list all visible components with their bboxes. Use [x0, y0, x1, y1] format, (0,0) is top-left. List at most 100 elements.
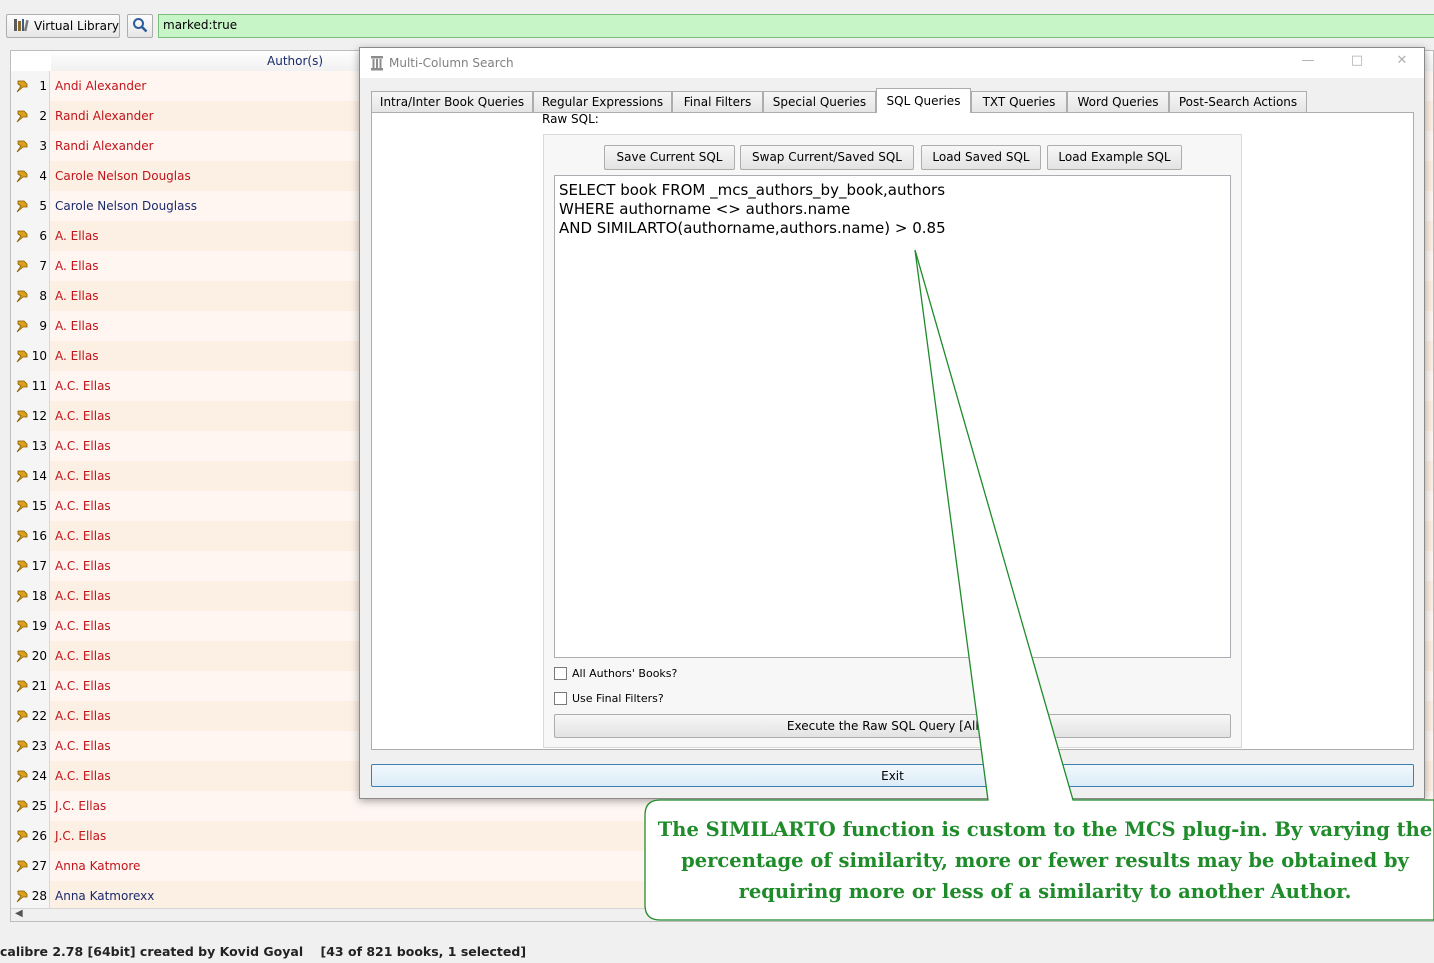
row-number: 9: [39, 319, 47, 333]
tab-word-queries[interactable]: Word Queries: [1067, 91, 1169, 112]
row-header[interactable]: 20: [11, 641, 50, 671]
row-header[interactable]: 2: [11, 101, 50, 131]
swap-current-saved-sql-button[interactable]: Swap Current/Saved SQL: [740, 145, 914, 170]
status-bar: calibre 2.78 [64bit] created by Kovid Go…: [0, 944, 527, 959]
load-example-sql-button[interactable]: Load Example SQL: [1047, 145, 1182, 170]
marked-pin-icon: [15, 829, 29, 846]
scroll-left-icon[interactable]: ◀: [15, 908, 23, 919]
row-header[interactable]: 17: [11, 551, 50, 581]
marked-pin-icon: [15, 859, 29, 876]
load-saved-sql-button[interactable]: Load Saved SQL: [921, 145, 1041, 170]
save-current-sql-button[interactable]: Save Current SQL: [604, 145, 735, 170]
execute-raw-sql-button[interactable]: Execute the Raw SQL Query [All Bo: [554, 714, 1231, 738]
marked-pin-icon: [15, 379, 29, 396]
scroll-right-icon[interactable]: ▶: [1423, 908, 1431, 919]
use-final-filters-checkbox[interactable]: [554, 692, 567, 705]
marked-pin-icon: [15, 259, 29, 276]
row-header[interactable]: 27: [11, 851, 50, 881]
use-final-filters-label: Use Final Filters?: [572, 692, 664, 705]
row-header[interactable]: 10: [11, 341, 50, 371]
marked-pin-icon: [15, 79, 29, 96]
tab-final-filters[interactable]: Final Filters: [672, 91, 763, 112]
row-header[interactable]: 15: [11, 491, 50, 521]
row-number: 3: [39, 139, 47, 153]
magnifier-icon: [132, 17, 148, 36]
search-button[interactable]: [127, 14, 153, 38]
row-number: 12: [31, 409, 47, 423]
marked-pin-icon: [15, 319, 29, 336]
row-number: 13: [31, 439, 47, 453]
row-header[interactable]: 26: [11, 821, 50, 851]
row-header[interactable]: 24: [11, 761, 50, 791]
marked-pin-icon: [15, 499, 29, 516]
tab-regular-expressions[interactable]: Regular Expressions: [533, 91, 672, 112]
author-cell: A.C. Ellas: [55, 499, 111, 513]
all-authors-books-checkbox[interactable]: [554, 667, 567, 680]
tab-special-queries[interactable]: Special Queries: [763, 91, 876, 112]
search-input[interactable]: marked:true: [158, 14, 1434, 38]
row-header[interactable]: 6: [11, 221, 50, 251]
row-header[interactable]: 28: [11, 881, 50, 911]
row-number: 26: [31, 829, 47, 843]
tab-post-search-actions[interactable]: Post-Search Actions: [1169, 91, 1307, 112]
minimize-icon[interactable]: —: [1297, 53, 1319, 71]
author-cell: A.C. Ellas: [55, 769, 111, 783]
row-header[interactable]: 1: [11, 71, 50, 101]
author-cell: A. Ellas: [55, 229, 99, 243]
author-cell: A.C. Ellas: [55, 439, 111, 453]
author-cell: A.C. Ellas: [55, 619, 111, 633]
row-number: 20: [31, 649, 47, 663]
row-header[interactable]: 12: [11, 401, 50, 431]
row-number: 10: [31, 349, 47, 363]
row-number: 24: [31, 769, 47, 783]
marked-pin-icon: [15, 139, 29, 156]
row-header[interactable]: 8: [11, 281, 50, 311]
row-header[interactable]: 4: [11, 161, 50, 191]
row-header[interactable]: 23: [11, 731, 50, 761]
marked-pin-icon: [15, 349, 29, 366]
marked-pin-icon: [15, 469, 29, 486]
row-number: 15: [31, 499, 47, 513]
row-header[interactable]: 11: [11, 371, 50, 401]
tab-sql-queries[interactable]: SQL Queries: [876, 88, 971, 113]
marked-pin-icon: [15, 619, 29, 636]
tab-intra-inter-book-queries[interactable]: Intra/Inter Book Queries: [371, 91, 533, 112]
author-cell: Anna Katmorexx: [55, 889, 155, 903]
marked-pin-icon: [15, 109, 29, 126]
horizontal-scrollbar[interactable]: ◀ ▶: [11, 908, 1433, 921]
close-icon[interactable]: ✕: [1391, 53, 1413, 71]
row-header[interactable]: 13: [11, 431, 50, 461]
row-number: 5: [39, 199, 47, 213]
author-cell: A.C. Ellas: [55, 469, 111, 483]
dialog-titlebar[interactable]: Multi-Column Search — □ ✕: [360, 48, 1424, 78]
sql-editor[interactable]: SELECT book FROM _mcs_authors_by_book,au…: [554, 175, 1231, 658]
author-cell: A.C. Ellas: [55, 559, 111, 573]
author-cell: A.C. Ellas: [55, 409, 111, 423]
row-number: 22: [31, 709, 47, 723]
maximize-icon[interactable]: □: [1346, 53, 1368, 71]
multi-column-search-dialog: Multi-Column Search — □ ✕ Intra/Inter Bo…: [359, 47, 1425, 799]
marked-pin-icon: [15, 709, 29, 726]
row-header[interactable]: 5: [11, 191, 50, 221]
tab-txt-queries[interactable]: TXT Queries: [971, 91, 1067, 112]
marked-pin-icon: [15, 199, 29, 216]
row-header[interactable]: 16: [11, 521, 50, 551]
row-header[interactable]: 14: [11, 461, 50, 491]
pillar-app-icon: [370, 55, 384, 74]
row-header[interactable]: 3: [11, 131, 50, 161]
author-cell: A. Ellas: [55, 349, 99, 363]
exit-button[interactable]: Exit: [371, 764, 1414, 787]
virtual-library-button[interactable]: Virtual Library: [6, 14, 120, 38]
marked-pin-icon: [15, 679, 29, 696]
marked-pin-icon: [15, 889, 29, 906]
marked-pin-icon: [15, 409, 29, 426]
row-header[interactable]: 21: [11, 671, 50, 701]
row-header[interactable]: 25: [11, 791, 50, 821]
row-header[interactable]: 7: [11, 251, 50, 281]
author-cell: Andi Alexander: [55, 79, 147, 93]
row-header[interactable]: 19: [11, 611, 50, 641]
row-number: 27: [31, 859, 47, 873]
row-header[interactable]: 9: [11, 311, 50, 341]
row-header[interactable]: 18: [11, 581, 50, 611]
row-header[interactable]: 22: [11, 701, 50, 731]
